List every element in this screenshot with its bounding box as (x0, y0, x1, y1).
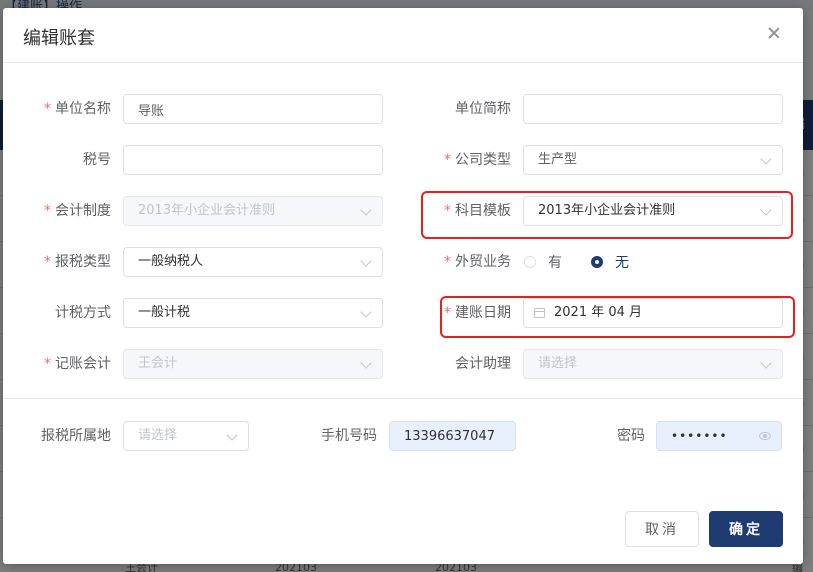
tax-type-label: * 报税类型 (44, 254, 111, 270)
required-mark: * (444, 254, 451, 270)
unit-short-input[interactable] (523, 94, 783, 124)
foreign-trade-radio-no[interactable]: 无 (591, 247, 641, 279)
radio-label: 有 (548, 255, 562, 271)
chevron-down-icon (226, 429, 238, 441)
assistant-select: 请选择 (523, 349, 783, 379)
password-label: 密码 (617, 428, 645, 444)
accounting-system-value: 2013年小企业会计准则 (138, 203, 276, 218)
close-icon[interactable] (767, 26, 781, 40)
edit-account-dialog: 编辑账套 *单位名称 单位简称 税号 *公司类型 生产型 *会计制度 2013年… (3, 8, 803, 564)
tax-type-value: 一般纳税人 (138, 254, 204, 269)
company-type-value: 生产型 (538, 152, 578, 167)
calendar-icon (534, 308, 545, 318)
confirm-button[interactable]: 确定 (709, 511, 783, 547)
tax-no-input[interactable] (123, 145, 383, 175)
required-mark: * (44, 356, 51, 372)
assistant-placeholder: 请选择 (538, 356, 578, 371)
bookkeeper-value: 王会计 (138, 356, 178, 371)
tax-type-select[interactable]: 一般纳税人 (123, 247, 383, 277)
phone-label: 手机号码 (321, 428, 377, 444)
tax-location-select[interactable]: 请选择 (123, 421, 249, 451)
tax-method-label: 计税方式 (55, 305, 111, 321)
chevron-down-icon (360, 255, 372, 267)
assistant-label: 会计助理 (455, 356, 511, 372)
chevron-down-icon (760, 153, 772, 165)
password-value: ••••••• (671, 429, 728, 443)
setup-date-label: * 建账日期 (444, 305, 511, 321)
required-mark: * (44, 203, 51, 219)
required-mark: * (44, 101, 51, 117)
unit-name-label: * 单位名称 (44, 101, 111, 117)
tax-method-value: 一般计税 (138, 305, 191, 320)
eye-icon[interactable] (759, 432, 771, 440)
company-type-label: * 公司类型 (444, 152, 511, 168)
tax-location-label: 报税所属地 (41, 428, 111, 444)
phone-input[interactable] (389, 421, 516, 451)
dialog-title: 编辑账套 (23, 28, 95, 49)
section-divider (3, 398, 803, 399)
chevron-down-icon (360, 306, 372, 318)
foreign-trade-radio-yes[interactable]: 有 (524, 247, 574, 279)
chevron-down-icon (760, 357, 772, 369)
radio-label: 无 (615, 255, 629, 271)
required-mark: * (44, 254, 51, 270)
subject-template-select[interactable]: 2013年小企业会计准则 (523, 196, 783, 226)
accounting-system-label: * 会计制度 (44, 203, 111, 219)
required-mark: * (444, 152, 451, 168)
cancel-button[interactable]: 取消 (625, 511, 699, 547)
radio-circle-icon (524, 256, 536, 268)
tax-method-select[interactable]: 一般计税 (123, 298, 383, 328)
unit-short-label: 单位简称 (455, 101, 511, 117)
password-input[interactable]: ••••••• (656, 421, 782, 451)
accounting-system-select: 2013年小企业会计准则 (123, 196, 383, 226)
chevron-down-icon (760, 204, 772, 216)
setup-date-picker[interactable]: 2021 年 04 月 (523, 298, 783, 328)
bookkeeper-select: 王会计 (123, 349, 383, 379)
company-type-select[interactable]: 生产型 (523, 145, 783, 175)
tax-no-label: 税号 (83, 152, 111, 168)
bookkeeper-label: * 记账会计 (44, 356, 111, 372)
radio-checked-icon (591, 256, 603, 268)
tax-location-placeholder: 请选择 (138, 428, 178, 443)
foreign-trade-label: * 外贸业务 (444, 254, 511, 270)
dialog-header: 编辑账套 (3, 8, 803, 63)
required-mark: * (444, 203, 451, 219)
setup-date-value: 2021 年 04 月 (554, 305, 643, 320)
subject-template-value: 2013年小企业会计准则 (538, 203, 676, 218)
unit-name-input[interactable] (123, 94, 383, 124)
chevron-down-icon (360, 204, 372, 216)
subject-template-label: * 科目模板 (444, 203, 511, 219)
required-mark: * (444, 305, 451, 321)
chevron-down-icon (360, 357, 372, 369)
